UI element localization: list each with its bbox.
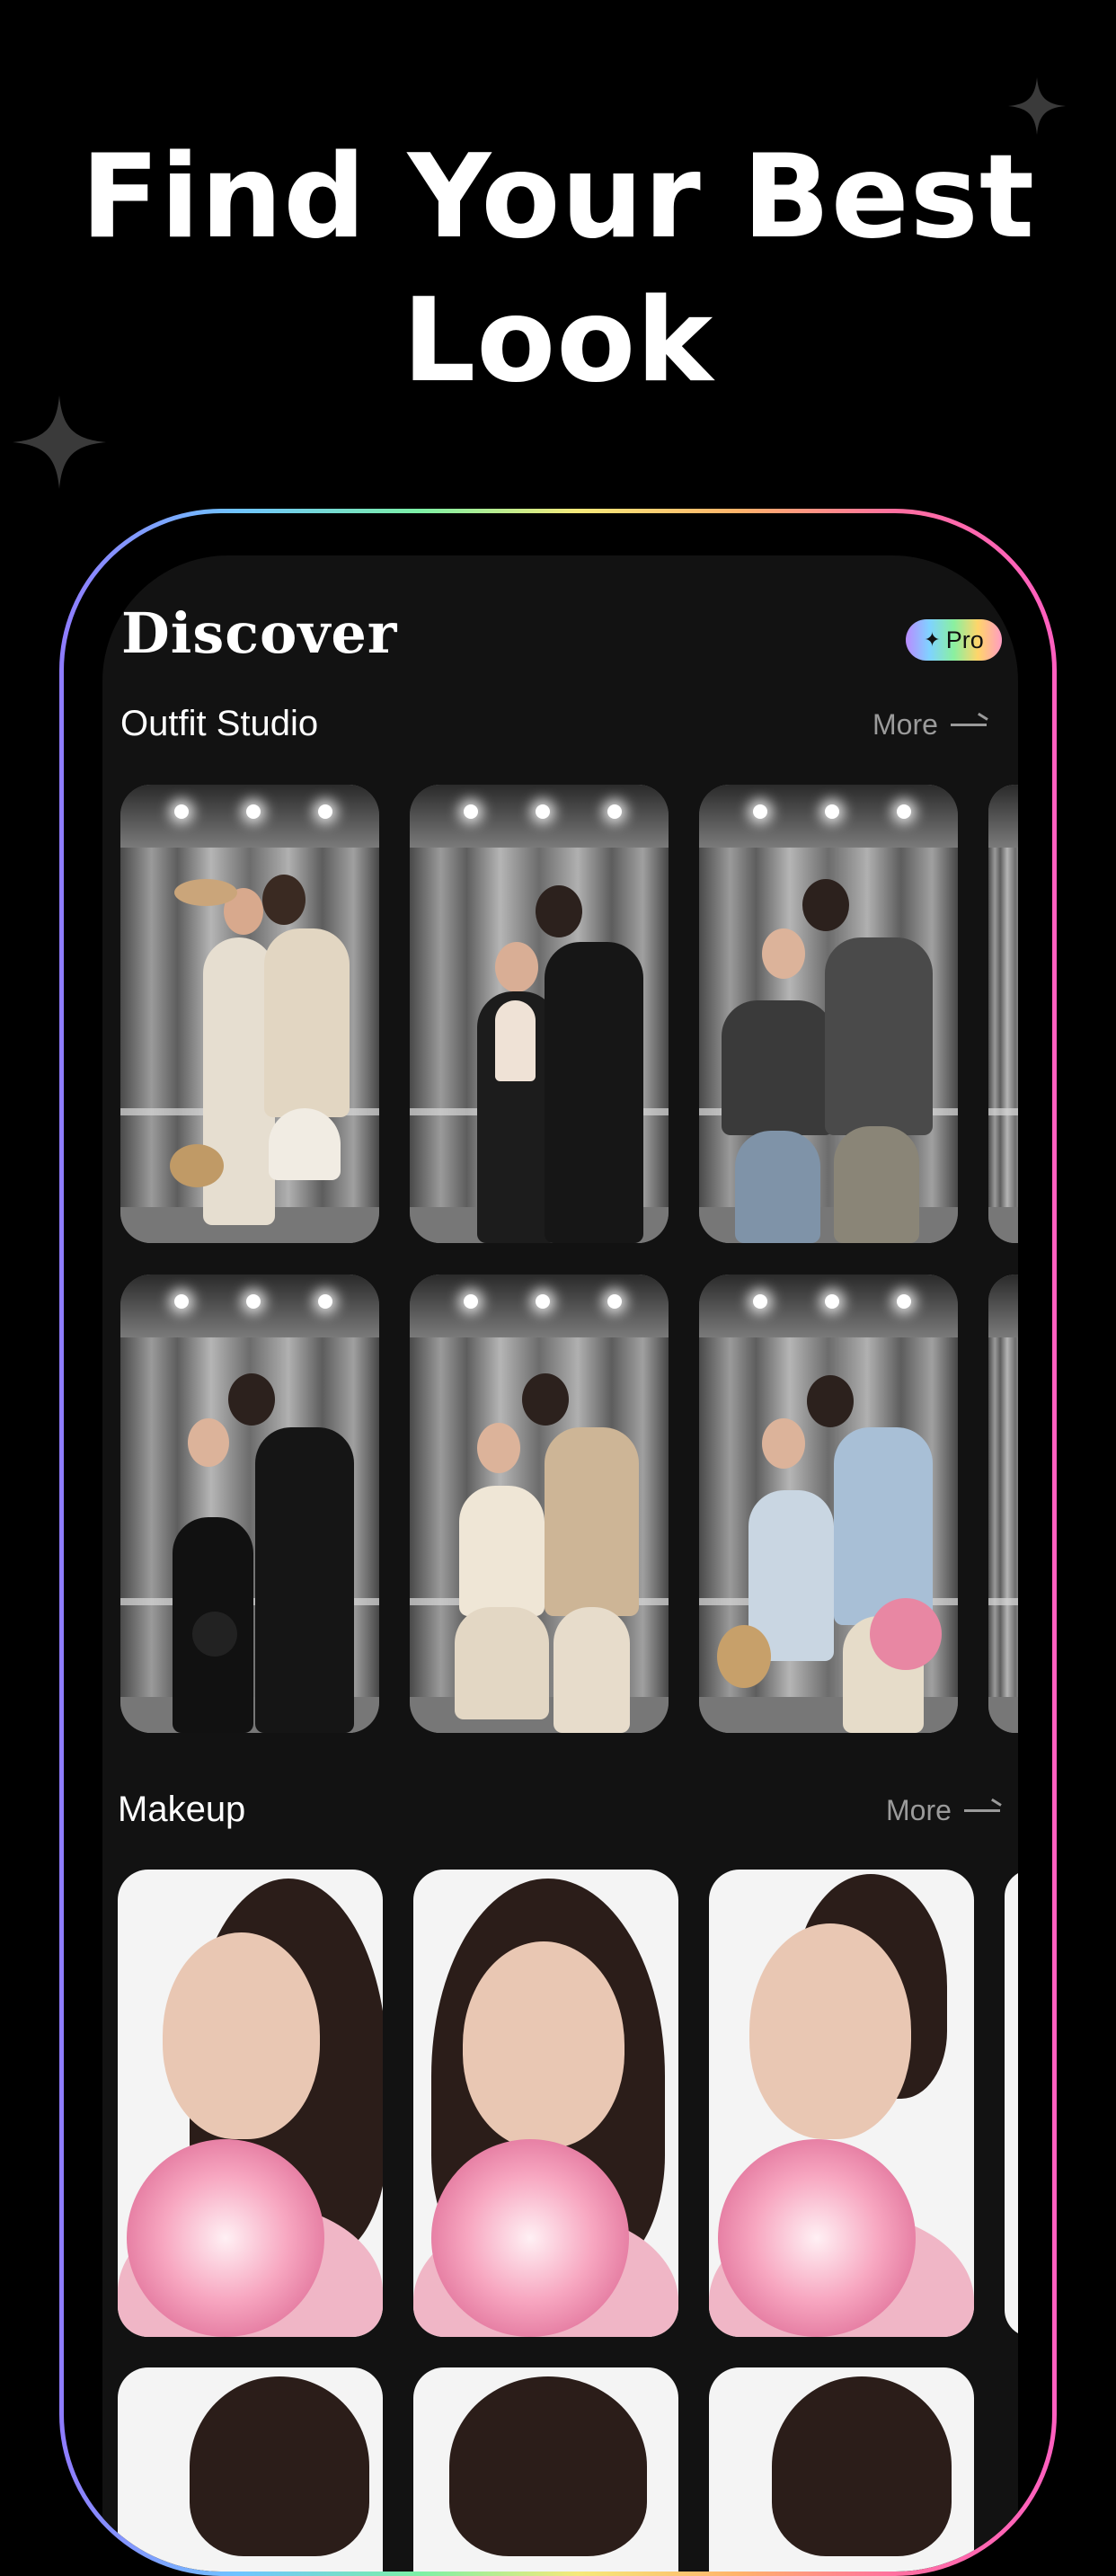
makeup-card[interactable] <box>709 2367 974 2572</box>
makeup-card[interactable] <box>413 1870 678 2337</box>
section-title-makeup: Makeup <box>118 1790 246 1829</box>
phone-frame: Discover ✦ Pro Outfit Studio More Makeup… <box>59 509 1057 2576</box>
outfit-card[interactable] <box>988 1275 1018 1733</box>
pro-star-icon: ✦ <box>924 628 941 651</box>
arrow-right-icon <box>950 724 987 726</box>
outfit-card[interactable] <box>410 1275 669 1733</box>
headline: Find Your Best Look <box>0 126 1116 413</box>
outfit-card[interactable] <box>699 785 958 1243</box>
headline-line-2: Look <box>402 274 714 408</box>
makeup-card[interactable] <box>118 1870 383 2337</box>
phone-body: Discover ✦ Pro Outfit Studio More Makeup… <box>64 513 1052 2572</box>
outfit-card[interactable] <box>120 785 379 1243</box>
makeup-card[interactable] <box>709 1870 974 2337</box>
section-title-outfit: Outfit Studio <box>120 704 319 743</box>
outfit-more-label: More <box>872 708 938 741</box>
page-title: Discover <box>121 600 398 666</box>
arrow-right-icon <box>963 1809 1000 1812</box>
makeup-card[interactable] <box>413 2367 678 2572</box>
outfit-card[interactable] <box>410 785 669 1243</box>
headline-line-1: Find Your Best <box>80 130 1036 264</box>
outfit-more-link[interactable]: More <box>872 708 987 742</box>
makeup-more-link[interactable]: More <box>886 1794 1000 1827</box>
app-screen: Discover ✦ Pro Outfit Studio More Makeup… <box>102 555 1018 2572</box>
outfit-card[interactable] <box>120 1275 379 1733</box>
pro-badge-button[interactable]: ✦ Pro <box>906 619 1002 661</box>
makeup-card[interactable] <box>1005 1870 1018 2337</box>
outfit-card[interactable] <box>988 785 1018 1243</box>
outfit-card[interactable] <box>699 1275 958 1733</box>
makeup-card[interactable] <box>118 2367 383 2572</box>
makeup-more-label: More <box>886 1794 952 1826</box>
pro-badge-label: Pro <box>945 626 984 653</box>
